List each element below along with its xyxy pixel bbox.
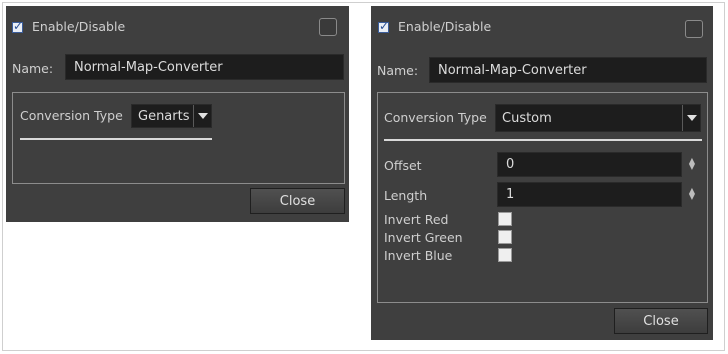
name-field[interactable]: Normal-Map-Converter	[65, 54, 344, 80]
enable-checkbox[interactable]	[378, 19, 389, 33]
separator-line	[384, 139, 702, 141]
enable-checkbox[interactable]	[12, 19, 23, 33]
conversion-type-dropdown[interactable]: Genarts	[131, 104, 212, 128]
enable-label: Enable/Disable	[32, 19, 126, 34]
length-spinner-icon[interactable]: ▲ ▼	[688, 187, 696, 201]
invert-red-label: Invert Red	[384, 212, 449, 227]
name-field[interactable]: Normal-Map-Converter	[429, 57, 707, 83]
length-label: Length	[384, 188, 428, 203]
chevron-down-icon[interactable]	[193, 105, 211, 127]
right-node-editor-panel: Enable/Disable Name: Normal-Map-Converte…	[371, 6, 713, 340]
name-field-value: Normal-Map-Converter	[74, 59, 223, 75]
invert-green-checkbox[interactable]	[498, 230, 512, 244]
offset-spinner-icon[interactable]: ▲ ▼	[688, 157, 696, 171]
offset-label: Offset	[384, 158, 422, 173]
invert-blue-label: Invert Blue	[384, 248, 453, 263]
color-swatch-box[interactable]	[685, 20, 703, 38]
name-label: Name:	[12, 61, 54, 76]
invert-red-checkbox[interactable]	[498, 212, 512, 226]
conversion-type-label: Conversion Type	[20, 108, 123, 123]
separator-line	[20, 138, 212, 140]
offset-field[interactable]: 0	[497, 152, 682, 177]
offset-value: 0	[506, 157, 515, 172]
name-field-value: Normal-Map-Converter	[438, 62, 587, 78]
close-button[interactable]: Close	[614, 308, 708, 334]
close-button-label: Close	[643, 313, 679, 329]
conversion-type-dropdown[interactable]: Custom	[495, 104, 701, 132]
left-node-editor-panel: Enable/Disable Name: Normal-Map-Converte…	[6, 6, 349, 222]
invert-green-label: Invert Green	[384, 230, 463, 245]
conversion-type-value: Custom	[502, 110, 552, 126]
length-value: 1	[506, 187, 515, 202]
color-swatch-box[interactable]	[319, 18, 337, 36]
chevron-down-icon[interactable]	[682, 105, 700, 131]
conversion-type-label: Conversion Type	[384, 110, 487, 125]
enable-label: Enable/Disable	[398, 19, 492, 34]
conversion-type-value: Genarts	[138, 108, 190, 124]
close-button-label: Close	[279, 193, 316, 209]
name-label: Name:	[377, 63, 419, 78]
invert-blue-checkbox[interactable]	[498, 248, 512, 262]
close-button[interactable]: Close	[250, 188, 345, 214]
length-field[interactable]: 1	[497, 182, 682, 207]
